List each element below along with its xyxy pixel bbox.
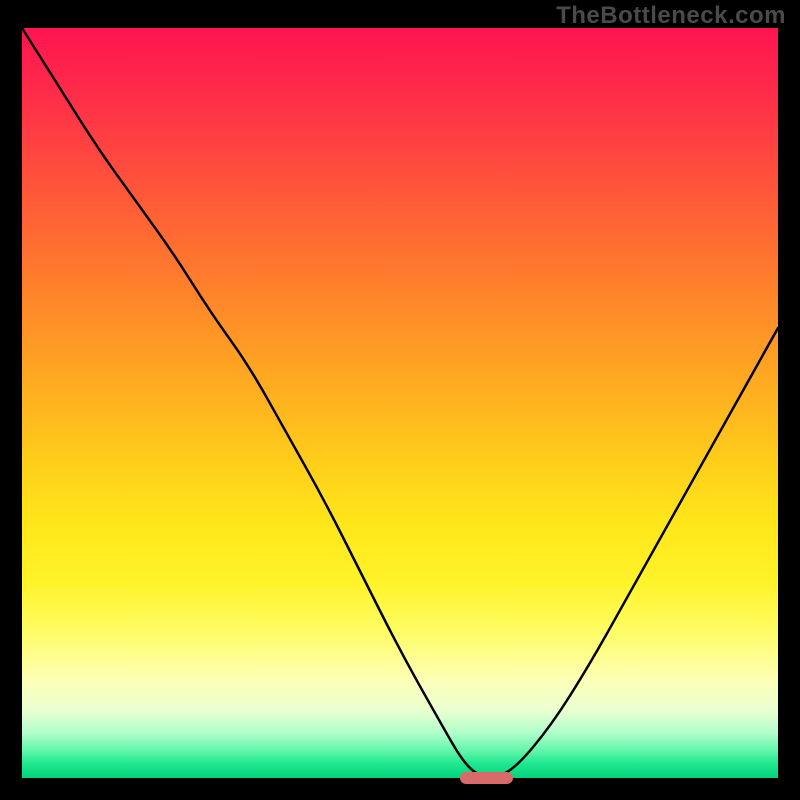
curve-path — [22, 28, 778, 776]
chart-frame: TheBottleneck.com — [0, 0, 800, 800]
bottleneck-curve — [22, 28, 778, 778]
watermark-text: TheBottleneck.com — [556, 2, 786, 30]
optimal-range-marker — [460, 772, 513, 784]
plot-area — [22, 28, 778, 778]
